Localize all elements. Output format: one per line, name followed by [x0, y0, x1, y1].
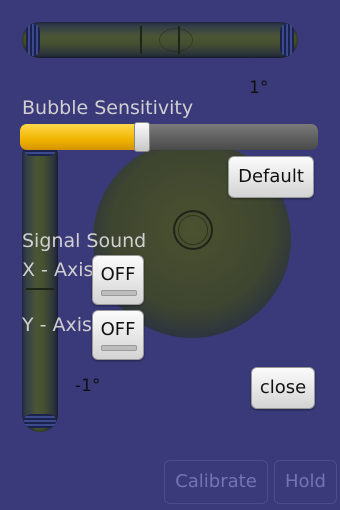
y-axis-sound-toggle[interactable]: OFF — [92, 310, 144, 360]
y-axis-toggle-text: OFF — [100, 319, 136, 340]
hold-button[interactable]: Hold — [274, 460, 337, 504]
sensitivity-slider-fill — [20, 124, 142, 150]
vial-cap-bottom — [24, 414, 56, 428]
x-axis-toggle-text: OFF — [100, 264, 136, 285]
toggle-indicator — [101, 345, 137, 351]
y-axis-label: Y - Axis — [22, 314, 92, 336]
sensitivity-label: Bubble Sensitivity — [22, 97, 194, 119]
y-angle-readout: -1° — [75, 376, 101, 396]
bullseye-bubble — [178, 215, 208, 245]
toggle-indicator — [101, 290, 137, 296]
default-button[interactable]: Default — [228, 156, 314, 198]
calibrate-button[interactable]: Calibrate — [164, 460, 268, 504]
vial-marker-center — [26, 288, 54, 290]
sensitivity-slider-thumb[interactable] — [134, 122, 150, 152]
vial-marker-left — [140, 26, 142, 54]
x-axis-label: X - Axis — [22, 259, 94, 281]
vertical-level-vial — [22, 138, 58, 432]
vial-cap-right — [280, 24, 294, 56]
vial-cap-left — [26, 24, 40, 56]
horizontal-level-vial — [22, 22, 298, 58]
x-angle-readout: 1° — [249, 78, 269, 98]
signal-sound-label: Signal Sound — [22, 230, 147, 252]
horizontal-bubble — [159, 28, 193, 52]
close-button[interactable]: close — [251, 367, 315, 409]
sensitivity-slider[interactable] — [20, 124, 318, 150]
x-axis-sound-toggle[interactable]: OFF — [92, 255, 144, 305]
